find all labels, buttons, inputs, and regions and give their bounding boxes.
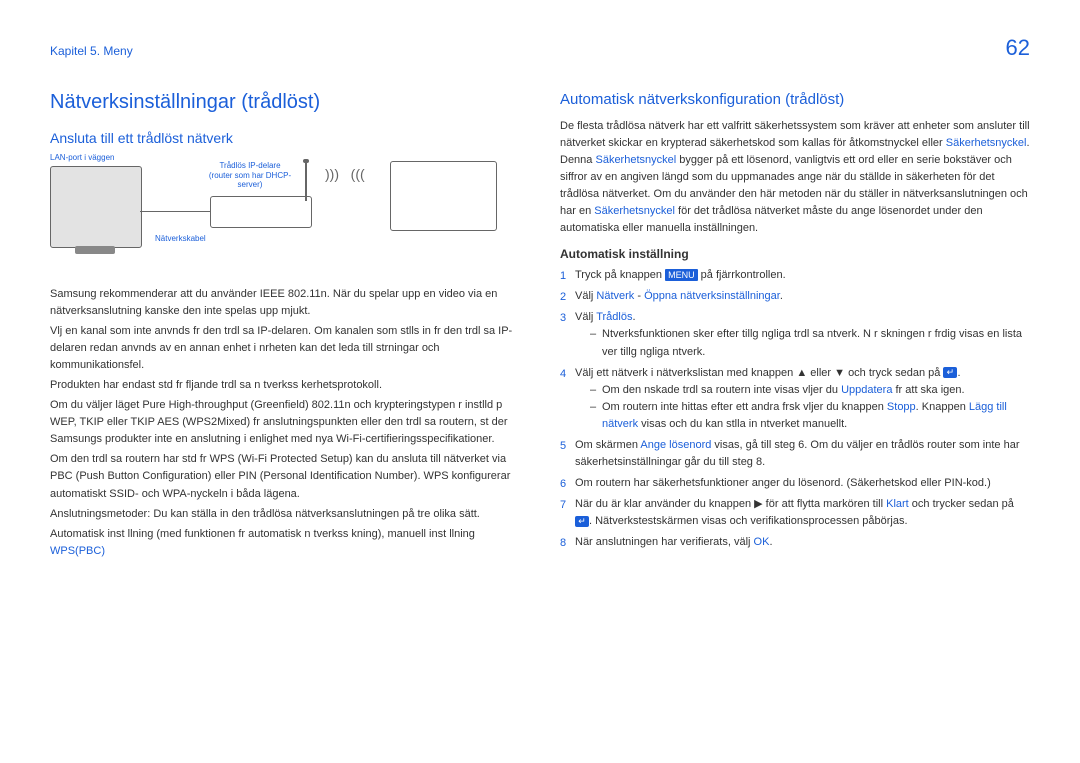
paragraph-rec: Samsung rekommenderar att du använder IE… — [50, 286, 520, 320]
s4d1b: fr att ska igen. — [892, 384, 964, 396]
step2-sep: - — [634, 290, 644, 302]
step-7: När du är klar använder du knappen ▶ för… — [560, 496, 1030, 530]
step1-a: Tryck på knappen — [575, 269, 665, 281]
paragraph-greenfield: Om du väljer läget Pure High-throughput … — [50, 397, 520, 448]
router-antenna — [305, 161, 307, 201]
cable-line — [140, 211, 210, 212]
s4d1a: Om den nskade trdl sa routern inte visas… — [602, 384, 841, 396]
step-3: Välj Trådlös. Ntverksfunktionen sker eft… — [560, 309, 1030, 360]
s7c: . Nätverkstestskärmen visas och verifika… — [589, 515, 908, 527]
router-label-1: Trådlös IP-delare — [219, 161, 280, 170]
done-link: Klart — [886, 498, 909, 510]
step4-text: Välj ett nätverk i nätverkslistan med kn… — [575, 367, 943, 379]
enter-icon: ↵ — [943, 367, 957, 378]
router-box — [210, 196, 312, 228]
step4-dash1: Om den nskade trdl sa routern inte visas… — [590, 382, 1030, 399]
breadcrumb: Kapitel 5. Meny — [50, 44, 133, 58]
enter-icon-2: ↵ — [575, 516, 589, 527]
open-settings-link: Öppna nätverksinställningar — [644, 290, 780, 302]
router-label-3: server) — [238, 180, 263, 189]
right-title: Automatisk nätverkskonfiguration (trådlö… — [560, 91, 1030, 108]
lan-port-label: LAN-port i väggen — [50, 153, 114, 163]
stop-link: Stopp — [887, 401, 916, 413]
cable-label: Nätverkskabel — [155, 234, 206, 244]
menu-button-icon: MENU — [665, 269, 698, 281]
wall-port-stand — [75, 246, 115, 254]
step-1: Tryck på knappen MENU på fjärrkontrollen… — [560, 267, 1030, 284]
left-column: Nätverksinställningar (trådlöst) Ansluta… — [50, 91, 520, 563]
wps-pbc-link: WPS(PBC) — [50, 545, 105, 557]
step-6: Om routern har säkerhetsfunktioner anger… — [560, 475, 1030, 492]
step-8: När anslutningen har verifierats, välj O… — [560, 534, 1030, 551]
s7a: När du är klar använder du knappen ▶ för… — [575, 498, 886, 510]
router-label-2: (router som har DHCP- — [209, 171, 291, 180]
step2-a: Välj — [575, 290, 596, 302]
step3-b: . — [632, 311, 635, 323]
auto-setting-heading: Automatisk inställning — [560, 247, 1030, 261]
auto-manual-text: Automatisk inst llning (med funktionen f… — [50, 528, 475, 540]
step-2: Välj Nätverk - Öppna nätverksinställning… — [560, 288, 1030, 305]
wireless-link: Trådlös — [596, 311, 632, 323]
right-column: Automatisk nätverkskonfiguration (trådlö… — [560, 91, 1030, 563]
wall-port-box — [50, 166, 142, 248]
paragraph-methods: Anslutningsmetoder: Du kan ställa in den… — [50, 506, 520, 523]
network-link: Nätverk — [596, 290, 634, 302]
network-diagram: LAN-port i väggen Trådlös IP-delare (rou… — [50, 156, 520, 276]
s4d2b: . Knappen — [916, 401, 969, 413]
page-number: 62 — [1006, 35, 1030, 61]
s4d2c: visas och du kan stlla in ntverket manue… — [638, 418, 847, 430]
s8a: När anslutningen har verifierats, välj — [575, 536, 754, 548]
step4-dash2: Om routern inte hittas efter ett andra f… — [590, 399, 1030, 433]
monitor-box — [390, 161, 497, 231]
s5a: Om skärmen — [575, 439, 640, 451]
step3-dash: Ntverksfunktionen sker efter tillg nglig… — [590, 326, 1030, 360]
router-label: Trådlös IP-delare (router som har DHCP- … — [200, 161, 300, 190]
step1-b: på fjärrkontrollen. — [698, 269, 786, 281]
step-4: Välj ett nätverk i nätverkslistan med kn… — [560, 365, 1030, 433]
sec-key-2: Säkerhetsnyckel — [595, 154, 676, 166]
intro-paragraph: De flesta trådlösa nätverk har ett valfr… — [560, 118, 1030, 237]
paragraph-wps: Om den trdl sa routern har std fr WPS (W… — [50, 451, 520, 502]
section-title: Nätverksinställningar (trådlöst) — [50, 91, 520, 114]
step2-b: . — [780, 290, 783, 302]
paragraph-channel: Vlj en kanal som inte anvnds fr den trdl… — [50, 323, 520, 374]
s7b: och trycker sedan på — [909, 498, 1014, 510]
s8b: . — [769, 536, 772, 548]
sec-key-1: Säkerhetsnyckel — [946, 137, 1027, 149]
subsection-title: Ansluta till ett trådlöst nätverk — [50, 130, 520, 146]
sec-key-3: Säkerhetsnyckel — [594, 205, 675, 217]
enter-password-link: Ange lösenord — [640, 439, 711, 451]
ok-link: OK — [754, 536, 770, 548]
paragraph-protocol: Produkten har endast std fr fljande trdl… — [50, 377, 520, 394]
page-header: Kapitel 5. Meny 62 — [50, 35, 1030, 61]
step3-a: Välj — [575, 311, 596, 323]
step-5: Om skärmen Ange lösenord visas, gå till … — [560, 437, 1030, 471]
s4d2a: Om routern inte hittas efter ett andra f… — [602, 401, 887, 413]
steps-list: Tryck på knappen MENU på fjärrkontrollen… — [560, 267, 1030, 551]
paragraph-auto-manual: Automatisk inst llning (med funktionen f… — [50, 526, 520, 560]
wifi-waves-icon: ))) ((( — [325, 166, 365, 182]
update-link: Uppdatera — [841, 384, 892, 396]
